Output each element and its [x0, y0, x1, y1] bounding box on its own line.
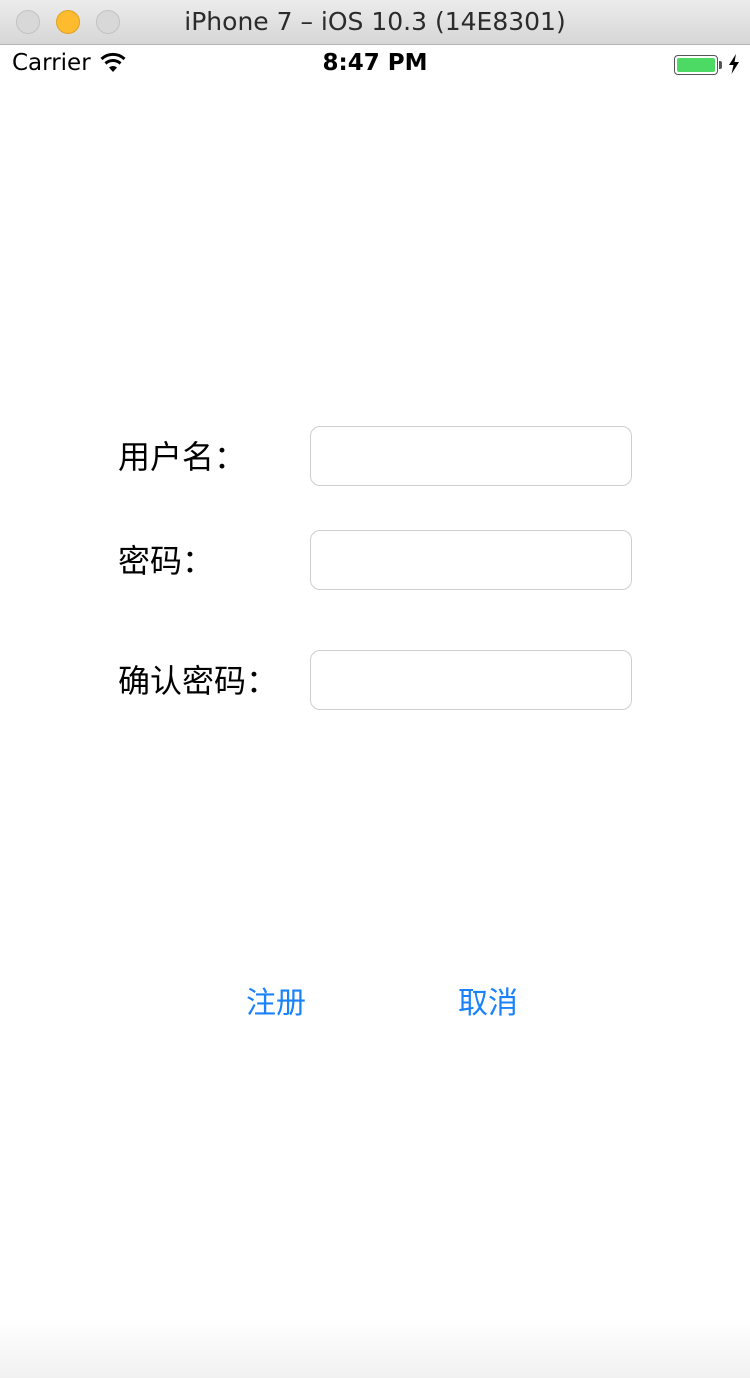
- status-bar: Carrier 8:47 PM: [0, 44, 750, 86]
- simulator-title-bar: iPhone 7 – iOS 10.3 (14E8301): [0, 0, 750, 45]
- username-label: 用户名：: [118, 438, 247, 476]
- window-title: iPhone 7 – iOS 10.3 (14E8301): [184, 7, 566, 36]
- cancel-button[interactable]: 取消: [458, 984, 518, 1024]
- password-label: 密码：: [118, 542, 215, 580]
- window-bottom-edge: [0, 1318, 750, 1378]
- confirm-password-field[interactable]: [310, 650, 632, 710]
- password-field[interactable]: [310, 530, 632, 590]
- register-button[interactable]: 注册: [246, 984, 306, 1024]
- status-time: 8:47 PM: [322, 50, 428, 76]
- charging-bolt-icon: [729, 54, 739, 74]
- battery-tip: [719, 61, 722, 69]
- battery-icon: [674, 55, 718, 75]
- username-field[interactable]: [310, 426, 632, 486]
- battery-level: [677, 58, 715, 72]
- confirm-password-label: 确认密码：: [118, 662, 279, 700]
